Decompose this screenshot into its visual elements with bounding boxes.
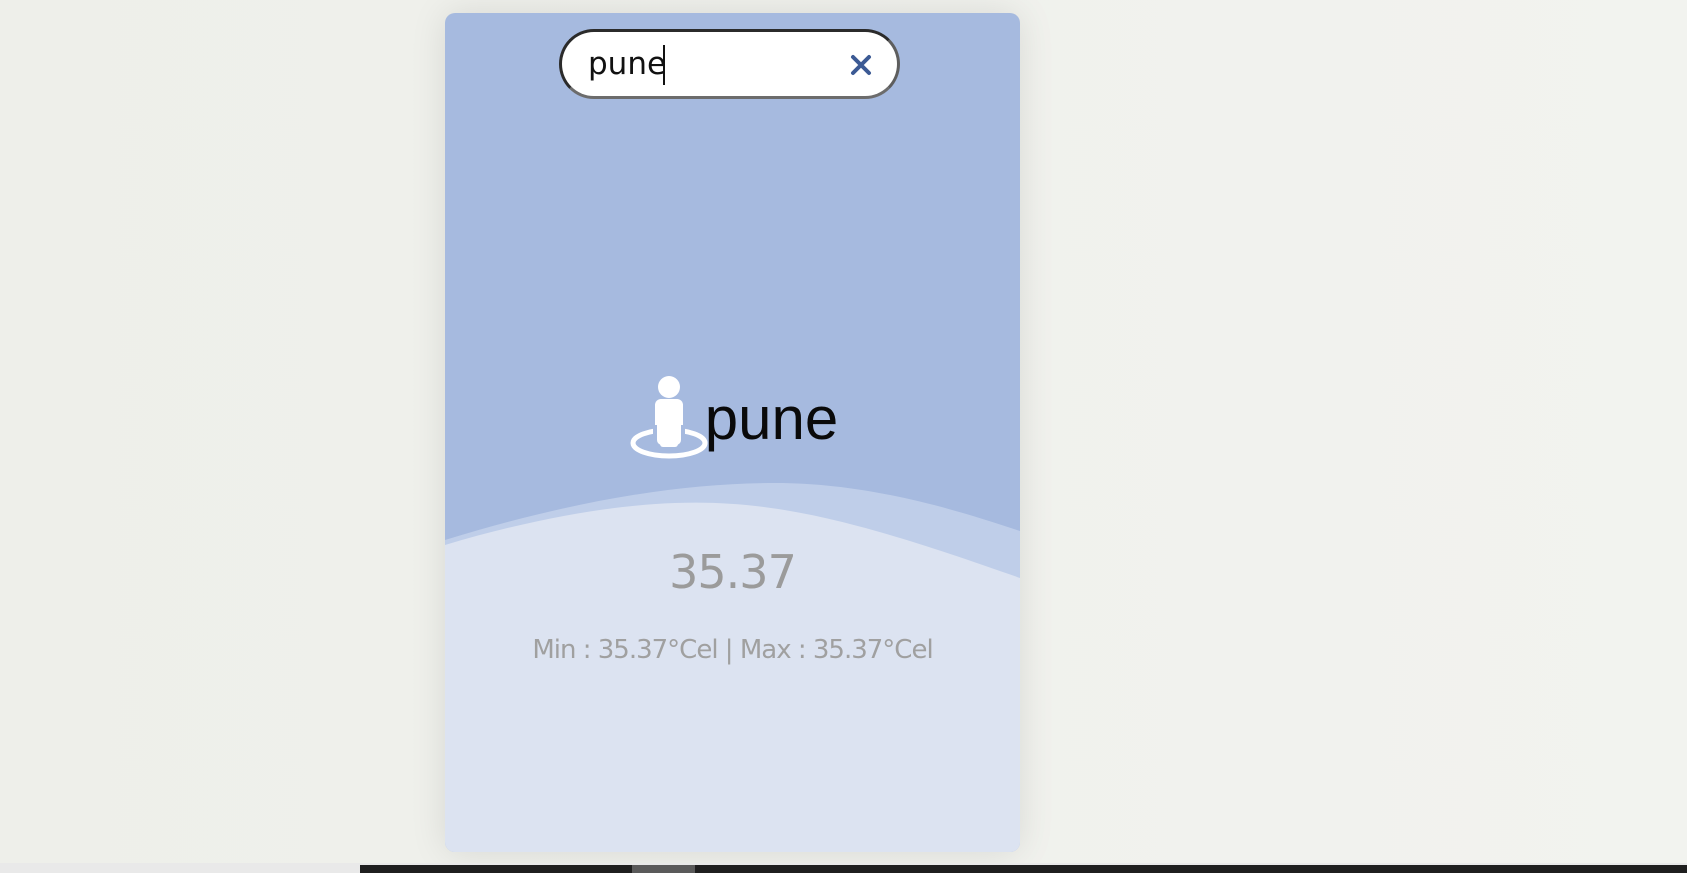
clear-search-button[interactable] [847,51,875,79]
scrollbar-thumb[interactable] [632,865,695,873]
horizontal-scrollbar[interactable] [0,863,1687,873]
location-heading: pune [445,363,1020,473]
search-input[interactable] [588,42,838,86]
search-box[interactable] [559,29,900,99]
scrollbar-track[interactable] [360,865,1687,873]
person-location-icon [630,376,708,459]
weather-card: pune 35.37 Min : 35.37°Cel | Max : 35.37… [445,13,1020,852]
min-max-temperature: Min : 35.37°Cel | Max : 35.37°Cel [532,635,933,665]
close-icon[interactable] [847,51,875,79]
temperature-value: 35.37 [669,545,797,599]
city-name: pune [704,385,839,452]
text-caret [663,45,665,85]
page: pune 35.37 Min : 35.37°Cel | Max : 35.37… [0,0,1687,873]
